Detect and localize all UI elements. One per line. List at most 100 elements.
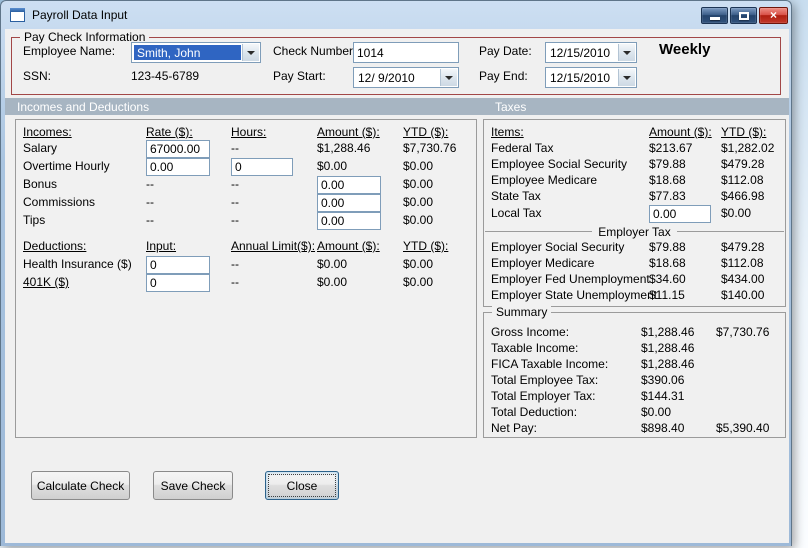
salary-amount-value: $1,288.46: [317, 141, 371, 155]
local-tax-input[interactable]: [649, 205, 711, 223]
fica-taxable-income-value: $1,288.46: [641, 357, 695, 371]
employee-ss-amount: $79.88: [649, 157, 686, 171]
pay-start-label: Pay Start:: [273, 69, 326, 83]
employer-fed-unemployment-ytd: $434.00: [721, 272, 765, 286]
pay-date-picker[interactable]: 12/15/2010: [545, 42, 637, 63]
total-deduction-value: $0.00: [641, 405, 672, 419]
401k-ytd-value: $0.00: [403, 275, 434, 289]
salary-row-label: Salary: [23, 141, 58, 155]
total-employee-tax-label: Total Employee Tax:: [491, 373, 599, 387]
health-insurance-input[interactable]: [146, 256, 210, 274]
calculate-check-button[interactable]: Calculate Check: [31, 471, 130, 500]
pay-start-value: 12/ 9/2010: [358, 71, 415, 85]
tips-row-label: Tips: [23, 213, 46, 227]
pay-end-picker[interactable]: 12/15/2010: [545, 67, 637, 88]
employee-ss-ytd: $479.28: [721, 157, 765, 171]
employer-state-unemployment-label: Employer State Unemployment: [491, 288, 658, 302]
overtime-amount-value: $0.00: [317, 159, 348, 173]
check-number-label: Check Number:: [273, 44, 357, 58]
bonus-amount-input[interactable]: [317, 176, 381, 194]
deductions-header-ytd: YTD ($):: [403, 239, 449, 253]
pay-end-value: 12/15/2010: [550, 71, 611, 85]
fica-taxable-income-label: FICA Taxable Income:: [491, 357, 609, 371]
incomes-header-hours: Hours:: [231, 125, 267, 139]
health-insurance-ytd-value: $0.00: [403, 257, 434, 271]
deductions-header-limit: Annual Limit($):: [231, 239, 316, 253]
minimize-icon: [710, 17, 720, 20]
401k-input[interactable]: [146, 274, 210, 292]
401k-limit-value: --: [231, 275, 239, 289]
employer-tax-section-label: Employer Tax: [592, 225, 677, 239]
total-employer-tax-label: Total Employer Tax:: [491, 389, 596, 403]
pay-date-dropdown-icon[interactable]: [618, 44, 635, 61]
total-deduction-label: Total Deduction:: [491, 405, 578, 419]
health-insurance-limit-value: --: [231, 257, 239, 271]
pay-frequency-label: Weekly: [659, 41, 711, 58]
payroll-window: Payroll Data Input × Pay Check Informati…: [0, 0, 792, 546]
commissions-row-label: Commissions: [23, 195, 96, 209]
employee-name-dropdown-icon[interactable]: [242, 44, 259, 61]
check-number-input[interactable]: [353, 42, 459, 63]
tips-hours-value: --: [231, 213, 239, 227]
incomes-section-header: Incomes and Deductions: [17, 100, 150, 114]
incomes-header-rate: Rate ($):: [146, 125, 193, 139]
deductions-header-name: Deductions:: [23, 239, 87, 253]
employer-medicare-amount: $18.68: [649, 256, 686, 270]
bonus-hours-value: --: [231, 177, 239, 191]
deductions-header-amount: Amount ($):: [317, 239, 380, 253]
paycheck-info-legend: Pay Check Information: [20, 30, 150, 44]
maximize-icon: [739, 12, 749, 20]
ssn-value: 123-45-6789: [131, 69, 200, 83]
overtime-rate-input[interactable]: [146, 158, 210, 176]
client-area: Pay Check Information Employee Name: Smi…: [5, 29, 789, 543]
close-button[interactable]: ×: [759, 7, 788, 24]
taxes-section-header: Taxes: [495, 100, 527, 114]
employee-name-label: Employee Name:: [23, 44, 116, 58]
local-tax-label: Local Tax: [491, 206, 542, 220]
employer-medicare-ytd: $112.08: [721, 256, 764, 270]
commissions-amount-input[interactable]: [317, 194, 381, 212]
pay-date-label: Pay Date:: [479, 44, 532, 58]
minimize-button[interactable]: [701, 7, 728, 24]
net-pay-label: Net Pay:: [491, 421, 538, 435]
pay-date-value: 12/15/2010: [550, 46, 611, 60]
ssn-label: SSN:: [23, 69, 52, 83]
taxes-header-amount: Amount ($):: [649, 125, 712, 139]
pay-end-dropdown-icon[interactable]: [618, 69, 635, 86]
tips-ytd-value: $0.00: [403, 213, 434, 227]
gross-income-label: Gross Income:: [491, 325, 570, 339]
salary-ytd-value: $7,730.76: [403, 141, 457, 155]
401k-row-link[interactable]: 401K ($): [23, 276, 69, 289]
salary-rate-input[interactable]: [146, 140, 210, 158]
pay-start-dropdown-icon[interactable]: [440, 69, 457, 86]
employee-ss-label: Employee Social Security: [491, 157, 628, 171]
overtime-row-label: Overtime Hourly: [23, 159, 110, 173]
overtime-hours-input[interactable]: [231, 158, 293, 176]
taxable-income-label: Taxable Income:: [491, 341, 579, 355]
tips-amount-input[interactable]: [317, 212, 381, 230]
employer-fed-unemployment-amount: $34.60: [649, 272, 686, 286]
commissions-hours-value: --: [231, 195, 239, 209]
employee-medicare-label: Employee Medicare: [491, 173, 598, 187]
close-icon: ×: [769, 8, 777, 22]
maximize-button[interactable]: [730, 7, 757, 24]
health-insurance-row-label: Health Insurance ($): [23, 257, 132, 271]
pay-start-picker[interactable]: 12/ 9/2010: [353, 67, 459, 88]
close-check-button[interactable]: Close: [265, 471, 339, 500]
bonus-rate-value: --: [146, 177, 154, 191]
incomes-header-name: Incomes:: [23, 125, 72, 139]
save-check-button[interactable]: Save Check: [153, 471, 233, 500]
bonus-ytd-value: $0.00: [403, 177, 434, 191]
incomes-header-ytd: YTD ($):: [403, 125, 449, 139]
window-title: Payroll Data Input: [32, 8, 128, 22]
employee-name-combobox[interactable]: Smith, John: [131, 42, 261, 63]
total-employee-tax-value: $390.06: [641, 373, 685, 387]
state-tax-label: State Tax: [491, 189, 541, 203]
state-tax-amount: $77.83: [649, 189, 686, 203]
titlebar[interactable]: Payroll Data Input ×: [1, 1, 791, 29]
employer-state-unemployment-ytd: $140.00: [721, 288, 765, 302]
commissions-ytd-value: $0.00: [403, 195, 434, 209]
taxes-header-items: Items:: [491, 125, 524, 139]
bonus-row-label: Bonus: [23, 177, 58, 191]
gross-income-value: $1,288.46: [641, 325, 695, 339]
